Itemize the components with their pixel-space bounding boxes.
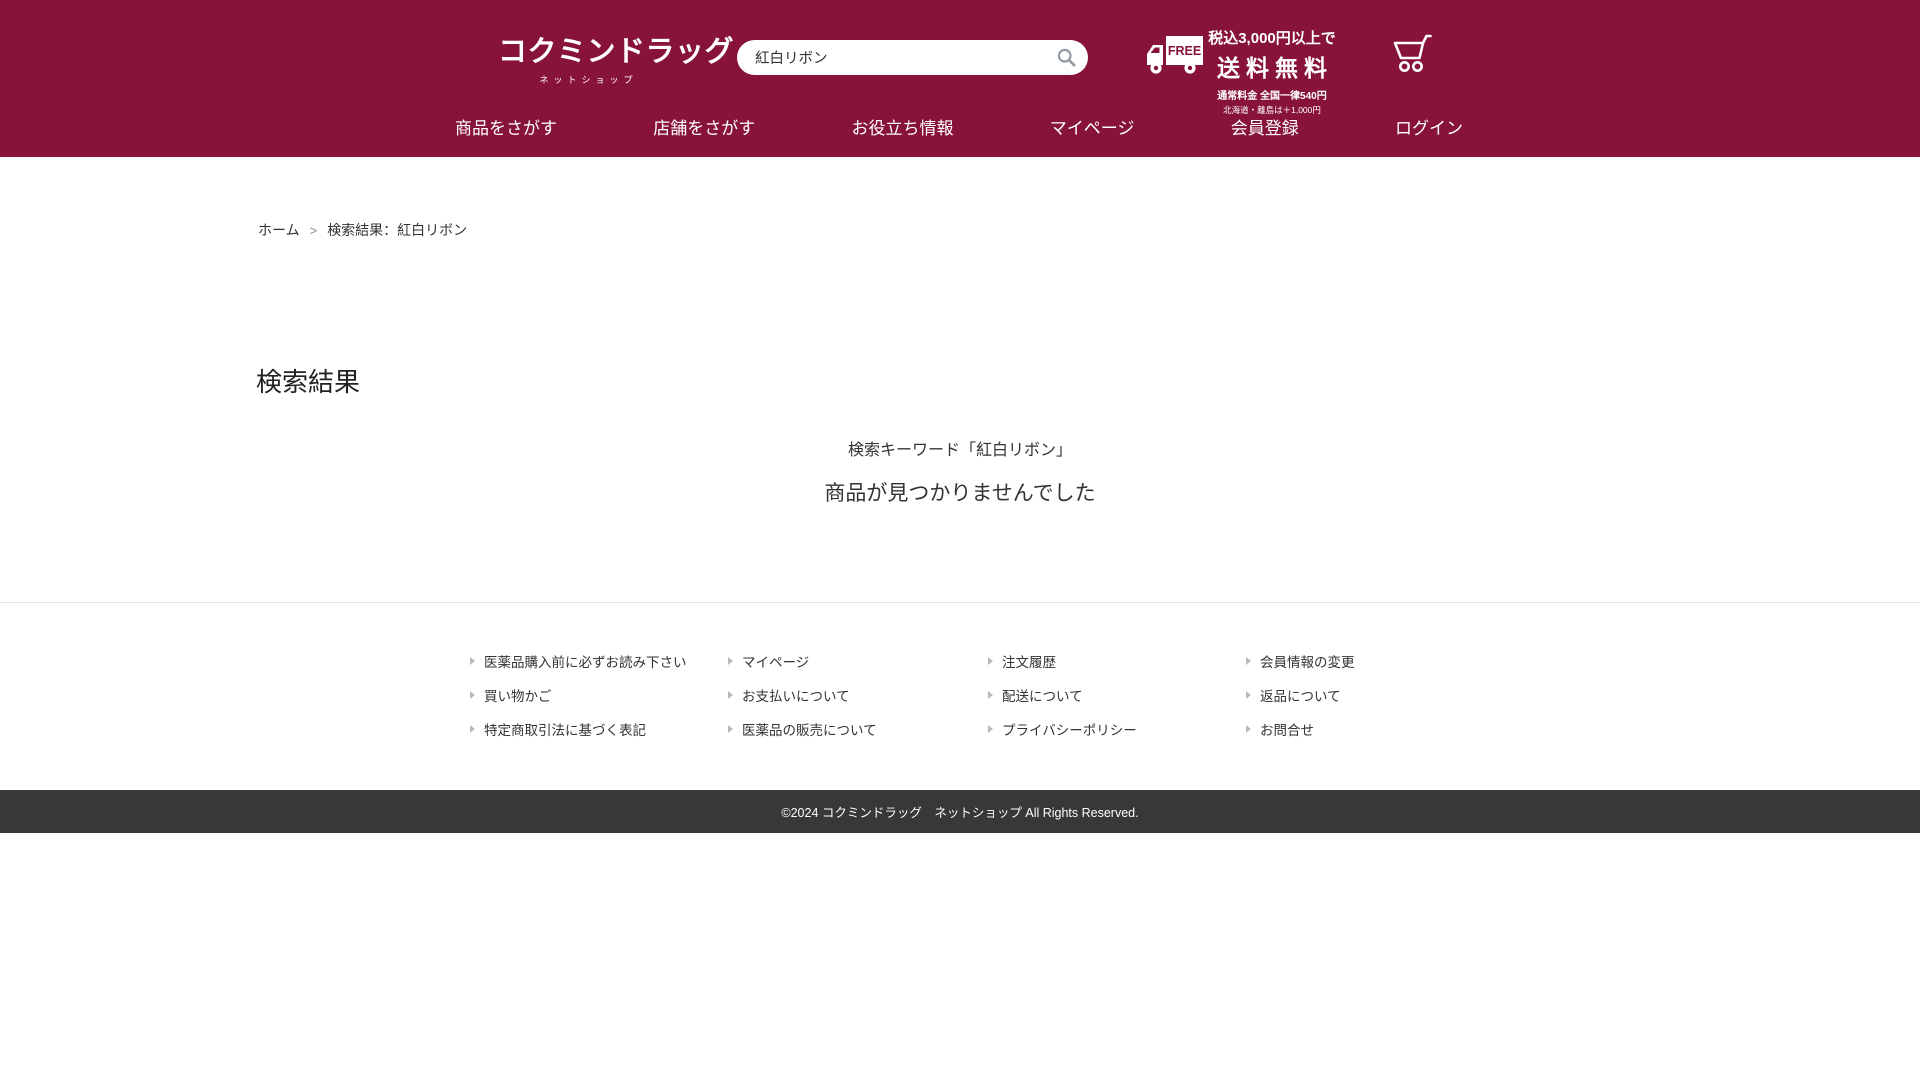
footer-column-3: 注文履歴 配送について プライバシーポリシー [988,644,1246,746]
arrow-right-icon [728,725,733,733]
search-keyword-line: 検索キーワード「紅白リボン」 [0,436,1920,460]
footer-column-4: 会員情報の変更 返品について お問合せ [1246,644,1486,746]
site-logo-subtitle: ネットショップ [498,73,674,86]
arrow-right-icon [988,691,993,699]
footer-link-grid: 医薬品購入前に必ずお読み下さい 買い物かご 特定商取引法に基づく表記 マイページ… [470,644,1486,746]
footer-column-2: マイページ お支払いについて 医薬品の販売について [728,644,988,746]
site-logo[interactable]: コクミンドラッグ ネットショップ [498,28,674,86]
footer-link-mypage[interactable]: マイページ [728,644,988,678]
footer-link-member-info[interactable]: 会員情報の変更 [1246,644,1486,678]
footer-link-payment[interactable]: お支払いについて [728,678,988,712]
breadcrumb: ホーム > 検索結果：紅白リボン [258,220,467,240]
breadcrumb-separator: > [310,223,318,238]
shipping-free-label: 送料無料 [1196,49,1348,83]
page-title: 検索結果 [256,362,360,399]
nav-item-search-products[interactable]: 商品をさがす [455,114,557,139]
footer-link-returns[interactable]: 返品について [1246,678,1486,712]
arrow-right-icon [470,657,475,665]
nav-item-register[interactable]: 会員登録 [1231,114,1299,139]
footer-link-drug-sales[interactable]: 医薬品の販売について [728,712,988,746]
copyright-text: ©2024 コクミンドラッグ ネットショップ All Rights Reserv… [781,802,1138,821]
arrow-right-icon [728,691,733,699]
footer-column-1: 医薬品購入前に必ずお読み下さい 買い物かご 特定商取引法に基づく表記 [470,644,728,746]
arrow-right-icon [988,657,993,665]
arrow-right-icon [728,657,733,665]
footer-link-order-history[interactable]: 注文履歴 [988,644,1246,678]
no-results-message: 商品が見つかりませんでした [0,477,1920,507]
arrow-right-icon [988,725,993,733]
nav-item-mypage[interactable]: マイページ [1050,114,1135,139]
site-header: コクミンドラッグ ネットショップ FREE 税込3,000円以上で 送料無料 通… [0,0,1920,157]
copyright-bar: ©2024 コクミンドラッグ ネットショップ All Rights Reserv… [0,790,1920,833]
arrow-right-icon [470,725,475,733]
cart-icon[interactable] [1392,33,1434,81]
arrow-right-icon [1246,725,1251,733]
shipping-normal-fee: 通常料金 全国一律540円 [1196,87,1348,102]
site-logo-title: コクミンドラッグ [498,28,674,70]
search-input[interactable] [755,41,1045,73]
footer-link-cart[interactable]: 買い物かご [470,678,728,712]
arrow-right-icon [1246,657,1251,665]
arrow-right-icon [470,691,475,699]
shipping-threshold: 税込3,000円以上で [1196,27,1348,48]
nav-item-useful-info[interactable]: お役立ち情報 [852,114,954,139]
footer-divider [0,602,1920,603]
footer-link-privacy-policy[interactable]: プライバシーポリシー [988,712,1246,746]
search-icon[interactable] [1056,47,1077,68]
footer-link-commercial-law[interactable]: 特定商取引法に基づく表記 [470,712,728,746]
breadcrumb-current: 検索結果：紅白リボン [327,222,467,238]
nav-item-login[interactable]: ログイン [1395,114,1463,139]
nav-item-search-stores[interactable]: 店舗をさがす [653,114,755,139]
main-nav: 商品をさがす 店舗をさがす お役立ち情報 マイページ 会員登録 ログイン [455,103,1463,149]
breadcrumb-home-link[interactable]: ホーム [258,222,300,238]
footer-link-drug-notice[interactable]: 医薬品購入前に必ずお読み下さい [470,644,728,678]
footer-link-contact[interactable]: お問合せ [1246,712,1486,746]
arrow-right-icon [1246,691,1251,699]
search-box [737,40,1088,75]
footer-link-delivery[interactable]: 配送について [988,678,1246,712]
